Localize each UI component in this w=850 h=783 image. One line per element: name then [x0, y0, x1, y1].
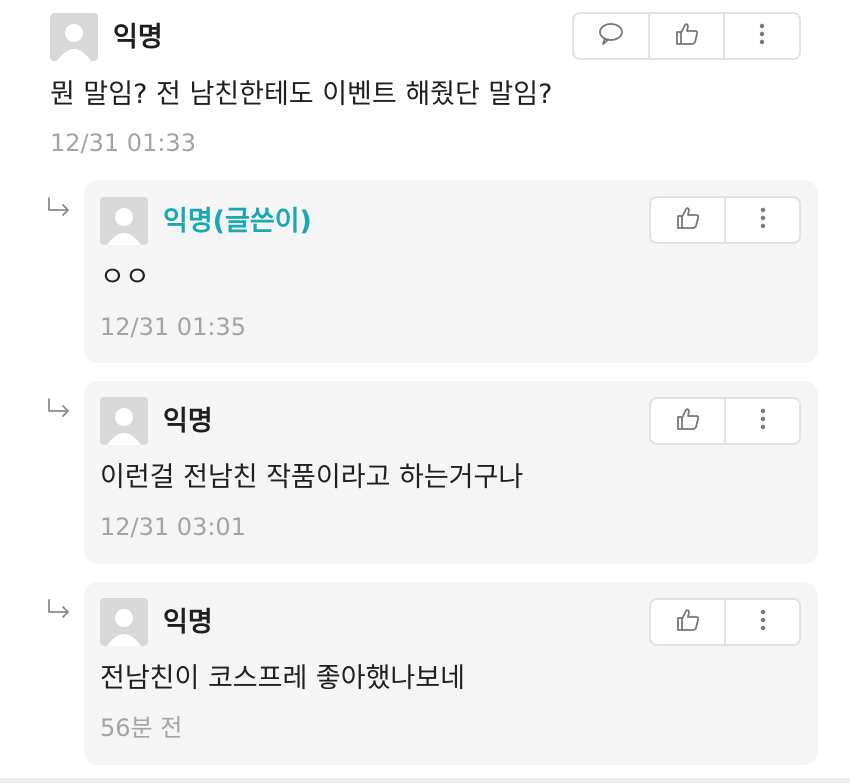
reply-actions: [649, 397, 801, 445]
avatar-icon: [50, 13, 98, 61]
more-vertical-icon: [760, 609, 766, 635]
divider: [0, 778, 850, 783]
like-button[interactable]: [651, 198, 724, 242]
reply-text: 전남친이 코스프레 좋아했나보네: [100, 663, 465, 694]
like-button[interactable]: [651, 600, 724, 644]
reply-actions: [649, 598, 801, 646]
thumbs-up-icon: [675, 406, 701, 436]
avatar-icon: [100, 598, 148, 646]
reply-text: ㅇㅇ: [100, 262, 150, 293]
comment-timestamp: 12/31 01:33: [50, 129, 196, 157]
reply-author-op: 익명(글쓴이): [163, 206, 312, 237]
comment-text: 뭔 말임? 전 남친한테도 이벤트 해줬단 말임?: [50, 79, 553, 110]
like-button[interactable]: [647, 14, 724, 58]
more-button[interactable]: [724, 399, 799, 443]
reply-actions: [649, 196, 801, 244]
reply-author: 익명: [163, 406, 213, 437]
like-button[interactable]: [651, 399, 724, 443]
more-button[interactable]: [724, 600, 799, 644]
more-vertical-icon: [760, 408, 766, 434]
reply-timestamp: 12/31 03:01: [100, 513, 246, 541]
more-button[interactable]: [724, 198, 799, 242]
reply-arrow-icon: [46, 196, 72, 222]
thumbs-up-icon: [675, 205, 701, 235]
thumbs-up-icon: [675, 607, 701, 637]
more-vertical-icon: [760, 207, 766, 233]
speech-bubble-icon: [598, 22, 624, 50]
avatar-icon: [100, 397, 148, 445]
reply-author: 익명: [163, 607, 213, 638]
thumbs-up-icon: [674, 21, 700, 51]
comment-actions: [572, 12, 801, 60]
reply-button[interactable]: [574, 14, 648, 58]
reply-arrow-icon: [46, 397, 72, 423]
reply-arrow-icon: [46, 598, 72, 624]
more-button[interactable]: [723, 14, 799, 58]
reply-timestamp: 12/31 01:35: [100, 313, 246, 341]
reply-text: 이런걸 전남친 작품이라고 하는거구나: [100, 462, 524, 493]
comment-author: 익명: [113, 22, 163, 53]
more-vertical-icon: [759, 23, 765, 49]
reply-timestamp: 56분 전: [100, 714, 183, 742]
avatar-icon: [100, 197, 148, 245]
